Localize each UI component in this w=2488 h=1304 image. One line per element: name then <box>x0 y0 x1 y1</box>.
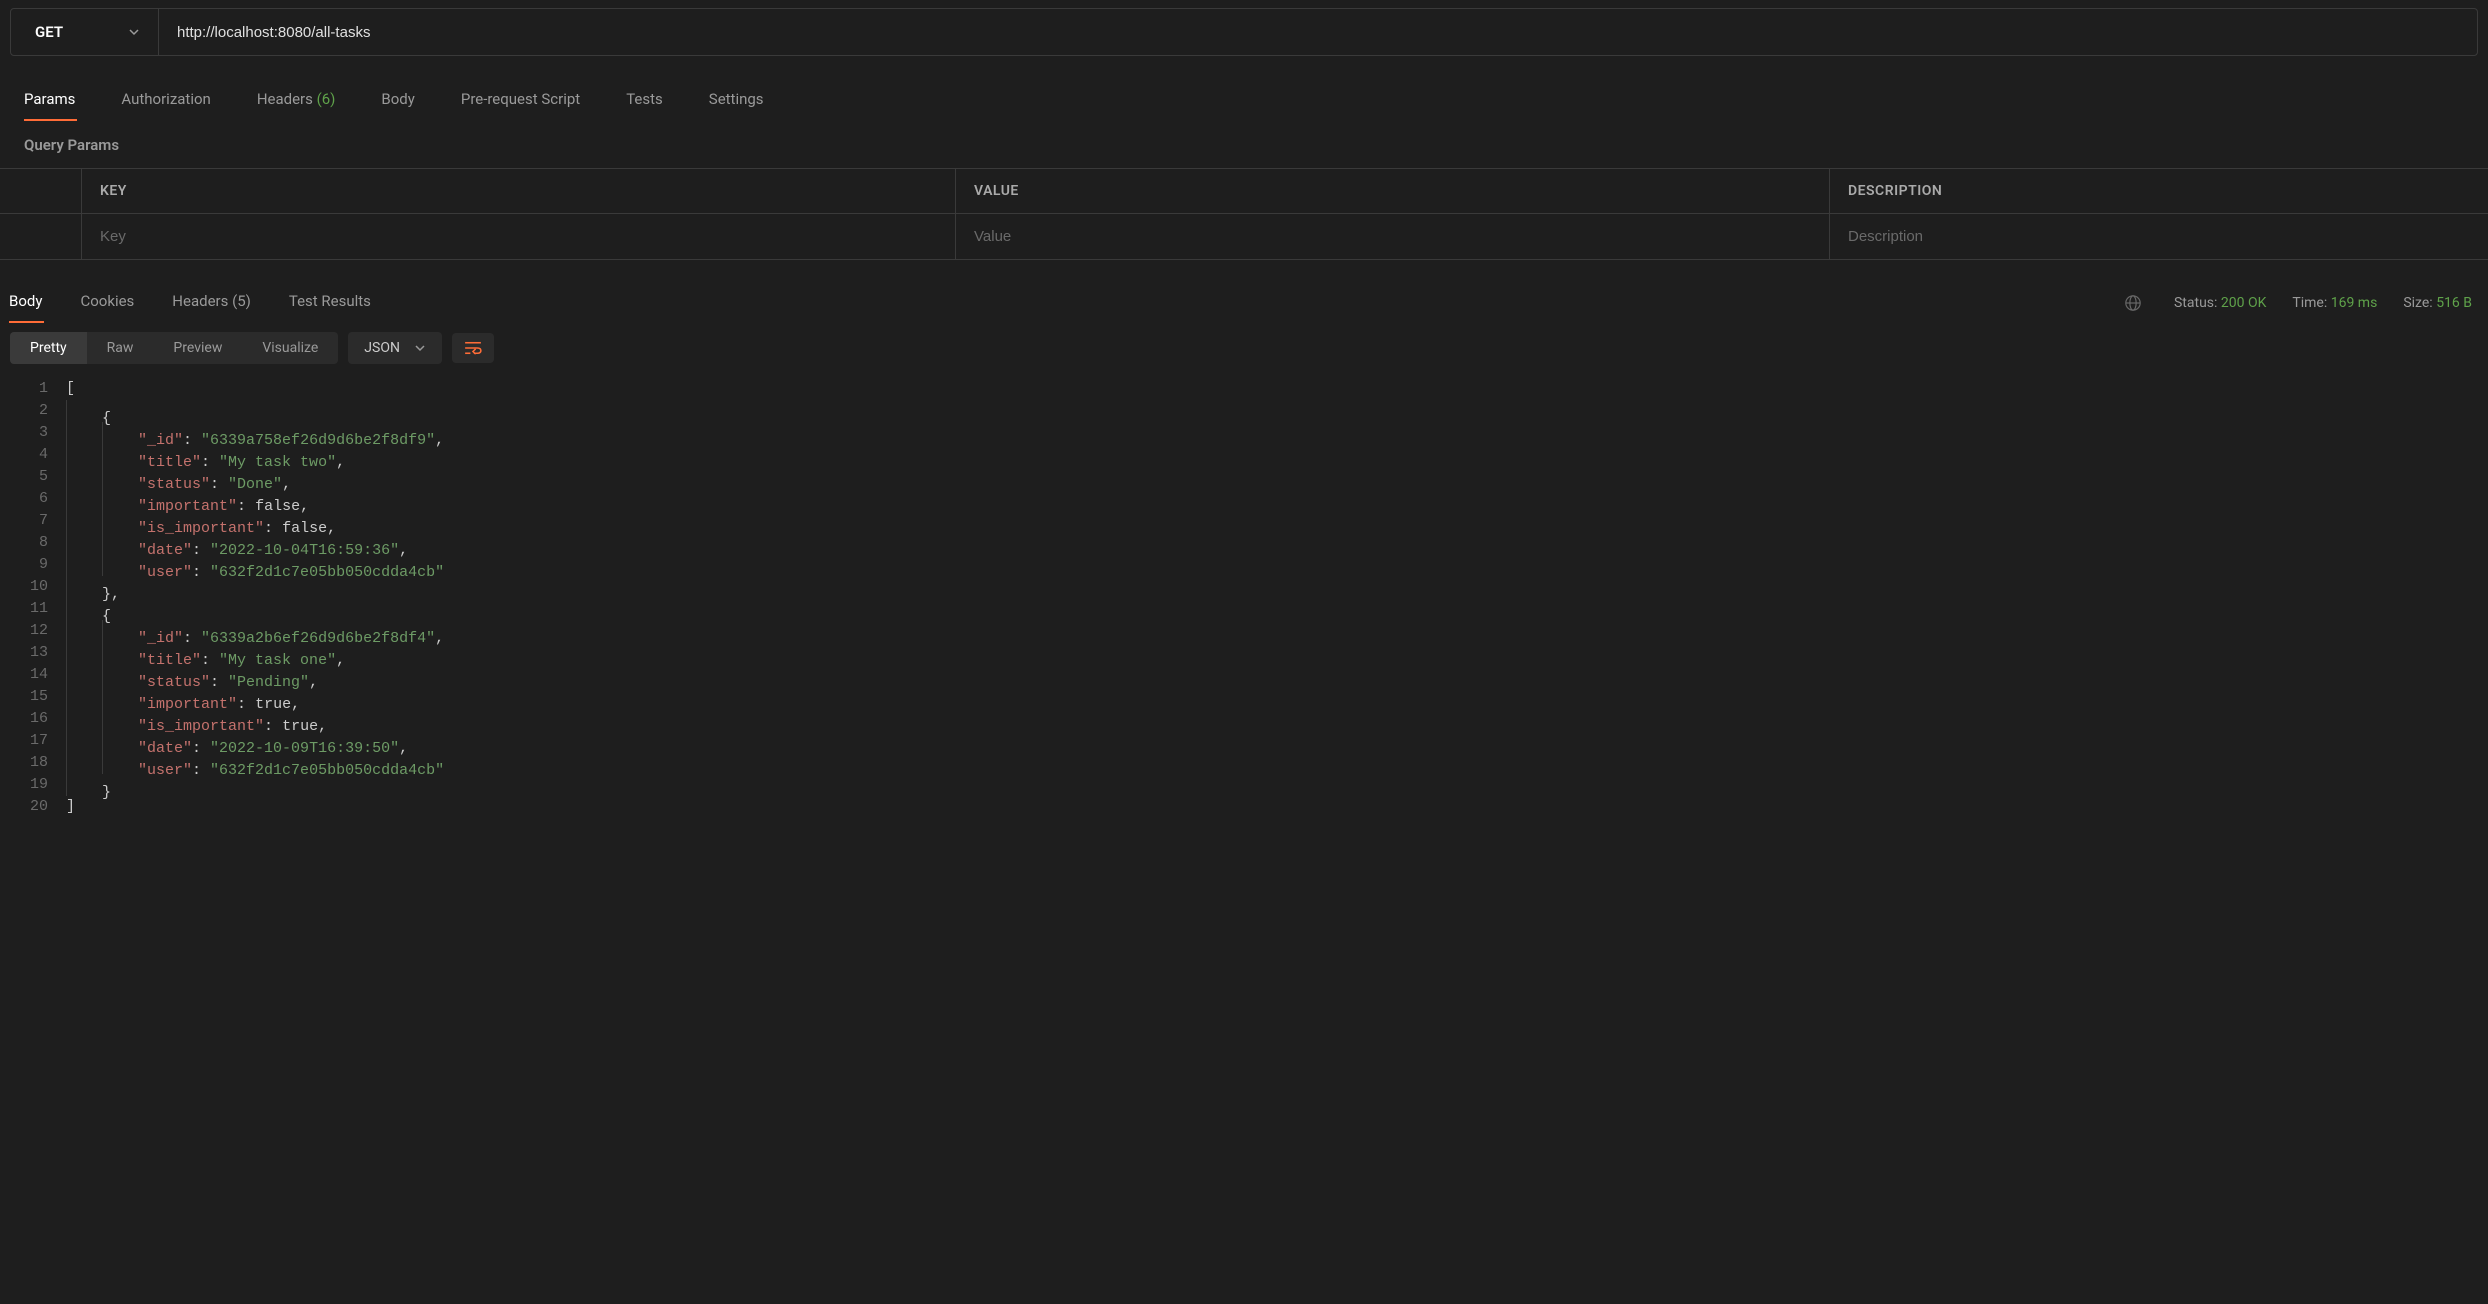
line-number: 15 <box>30 686 48 708</box>
http-method-select[interactable]: GET <box>11 9 159 55</box>
time-value: 169 ms <box>2331 295 2378 311</box>
request-tab-pre-request-script[interactable]: Pre-request Script <box>453 80 600 120</box>
code-line: "is_important": true, <box>66 708 2488 730</box>
line-gutter: 1234567891011121314151617181920 <box>0 378 66 818</box>
params-checkbox-header <box>0 169 82 213</box>
tab-count: (6) <box>313 90 336 108</box>
params-key-header: KEY <box>82 169 956 213</box>
tab-count: (5) <box>228 292 251 310</box>
request-tab-params[interactable]: Params <box>16 80 95 120</box>
line-number: 3 <box>30 422 48 444</box>
line-number: 14 <box>30 664 48 686</box>
response-tab-test-results[interactable]: Test Results <box>283 284 389 322</box>
code-line: "_id": "6339a758ef26d9d6be2f8df9", <box>66 422 2488 444</box>
line-number: 8 <box>30 532 48 554</box>
line-number: 1 <box>30 378 48 400</box>
response-tab-cookies[interactable]: Cookies <box>74 284 152 322</box>
code-line: { <box>66 400 2488 422</box>
time-block[interactable]: Time: 169 ms <box>2292 295 2377 311</box>
request-tab-settings[interactable]: Settings <box>701 80 784 120</box>
request-tab-body[interactable]: Body <box>373 80 434 120</box>
http-method-label: GET <box>35 23 63 41</box>
line-number: 16 <box>30 708 48 730</box>
params-desc-header: DESCRIPTION <box>1830 169 2488 213</box>
format-select[interactable]: JSON <box>348 332 442 364</box>
view-tab-visualize[interactable]: Visualize <box>242 332 338 364</box>
params-value-input[interactable] <box>974 228 1811 245</box>
code-line: "_id": "6339a2b6ef26d9d6be2f8df4", <box>66 620 2488 642</box>
code-lines: [{"_id": "6339a758ef26d9d6be2f8df9","tit… <box>66 378 2488 818</box>
line-number: 6 <box>30 488 48 510</box>
view-tab-raw[interactable]: Raw <box>87 332 154 364</box>
response-bar: Body Cookies Headers (5) Test Results Statu… <box>0 272 2488 322</box>
code-line: "important": true, <box>66 686 2488 708</box>
view-tab-pretty[interactable]: Pretty <box>10 332 87 364</box>
line-number: 4 <box>30 444 48 466</box>
code-line: [ <box>66 378 2488 400</box>
status-label: Status: <box>2174 295 2217 311</box>
line-number: 18 <box>30 752 48 774</box>
line-number: 2 <box>30 400 48 422</box>
code-line: "is_important": false, <box>66 510 2488 532</box>
line-number: 11 <box>30 598 48 620</box>
request-tab-headers[interactable]: Headers (6) <box>249 80 356 120</box>
status-value: 200 OK <box>2221 295 2267 311</box>
line-number: 19 <box>30 774 48 796</box>
size-block[interactable]: Size: 516 B <box>2403 295 2472 311</box>
wrap-lines-button[interactable] <box>452 333 494 363</box>
code-line: }, <box>66 576 2488 598</box>
code-line: "title": "My task one", <box>66 642 2488 664</box>
response-meta: Status: 200 OK Time: 169 ms Size: 516 B <box>2124 294 2472 312</box>
code-line: "status": "Pending", <box>66 664 2488 686</box>
size-label: Size: <box>2403 295 2432 311</box>
line-number: 10 <box>30 576 48 598</box>
response-tab-headers[interactable]: Headers (5) <box>166 284 269 322</box>
line-number: 13 <box>30 642 48 664</box>
request-tab-authorization[interactable]: Authorization <box>113 80 230 120</box>
code-line: "important": false, <box>66 488 2488 510</box>
params-checkbox-cell[interactable] <box>0 214 82 259</box>
params-header-row: KEY VALUE DESCRIPTION <box>0 169 2488 214</box>
params-value-header: VALUE <box>956 169 1830 213</box>
line-number: 7 <box>30 510 48 532</box>
view-tab-preview[interactable]: Preview <box>153 332 242 364</box>
query-params-label: Query Params <box>0 120 2488 168</box>
code-line: "status": "Done", <box>66 466 2488 488</box>
params-table: KEY VALUE DESCRIPTION <box>0 168 2488 260</box>
response-view-controls: PrettyRawPreviewVisualize JSON <box>0 322 2488 374</box>
size-value: 516 B <box>2436 295 2472 311</box>
request-bar: GET <box>10 8 2478 56</box>
url-input[interactable] <box>159 9 2477 55</box>
code-line: "date": "2022-10-09T16:39:50", <box>66 730 2488 752</box>
params-desc-input[interactable] <box>1848 228 2470 245</box>
response-body-code[interactable]: 1234567891011121314151617181920 [{"_id":… <box>0 374 2488 818</box>
code-line: { <box>66 598 2488 620</box>
chevron-down-icon <box>414 342 426 354</box>
time-label: Time: <box>2292 295 2327 311</box>
params-empty-row <box>0 214 2488 259</box>
code-line: } <box>66 774 2488 796</box>
code-line: "user": "632f2d1c7e05bb050cdda4cb" <box>66 554 2488 576</box>
wrap-icon <box>464 341 482 355</box>
line-number: 5 <box>30 466 48 488</box>
view-mode-tabs: PrettyRawPreviewVisualize <box>10 332 338 364</box>
code-line: "title": "My task two", <box>66 444 2488 466</box>
status-block[interactable]: Status: 200 OK <box>2174 295 2266 311</box>
line-number: 12 <box>30 620 48 642</box>
line-number: 17 <box>30 730 48 752</box>
format-label: JSON <box>364 340 400 356</box>
code-line: ] <box>66 796 2488 818</box>
line-number: 9 <box>30 554 48 576</box>
request-tab-tests[interactable]: Tests <box>618 80 683 120</box>
chevron-down-icon <box>128 26 140 38</box>
response-tabs: Body Cookies Headers (5) Test Results <box>3 284 403 322</box>
request-tabs: Params Authorization Headers (6) Body Pre-re… <box>0 80 2488 120</box>
code-line: "date": "2022-10-04T16:59:36", <box>66 532 2488 554</box>
params-key-input[interactable] <box>100 228 937 245</box>
globe-icon[interactable] <box>2124 294 2142 312</box>
line-number: 20 <box>30 796 48 818</box>
code-line: "user": "632f2d1c7e05bb050cdda4cb" <box>66 752 2488 774</box>
response-tab-body[interactable]: Body <box>3 284 60 322</box>
